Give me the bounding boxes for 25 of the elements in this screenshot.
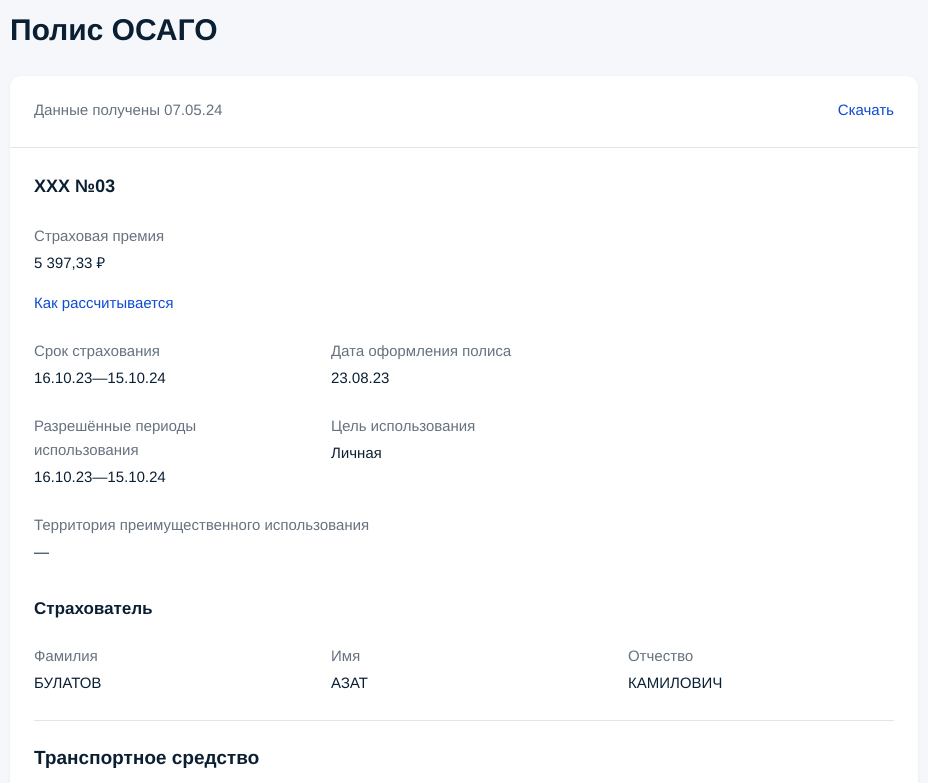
field-label: Страховая премия xyxy=(34,227,166,247)
field-label: Отчество xyxy=(628,647,694,667)
field-value: КАМИЛОВИЧ xyxy=(628,674,724,694)
field-value: Личная xyxy=(331,444,383,464)
field-value: 23.08.23 xyxy=(331,369,390,389)
field-value: 16.10.23—15.10.24 xyxy=(34,369,167,389)
field-label: Территория преимущественного использования xyxy=(34,516,370,536)
section-heading: Страхователь xyxy=(34,598,154,620)
field-label: Фамилия xyxy=(34,647,99,667)
page-title: Полис ОСАГО xyxy=(10,13,219,49)
field-value: 16.10.23—15.10.24 xyxy=(34,468,167,488)
section-heading: Транспортное средство xyxy=(34,747,260,771)
policy-number: XXX №03 xyxy=(34,175,116,198)
field-label: Дата оформления полиса xyxy=(331,342,512,362)
field-value: 5 397,33 ₽ xyxy=(34,254,107,274)
field-label: Срок страхования xyxy=(34,342,161,362)
field-label: Цель использования xyxy=(331,417,476,437)
data-received-date: Данные получены 07.05.24 xyxy=(34,101,223,122)
calculation-link[interactable]: Как рассчитывается xyxy=(34,292,174,316)
download-link[interactable]: Скачать xyxy=(838,100,894,123)
field-value: АЗАТ xyxy=(331,674,369,694)
field-label: Разрешённые периоды использования xyxy=(34,417,198,461)
field-value: — xyxy=(34,543,49,563)
field-label: Имя xyxy=(331,647,362,667)
field-value: БУЛАТОВ xyxy=(34,674,102,694)
